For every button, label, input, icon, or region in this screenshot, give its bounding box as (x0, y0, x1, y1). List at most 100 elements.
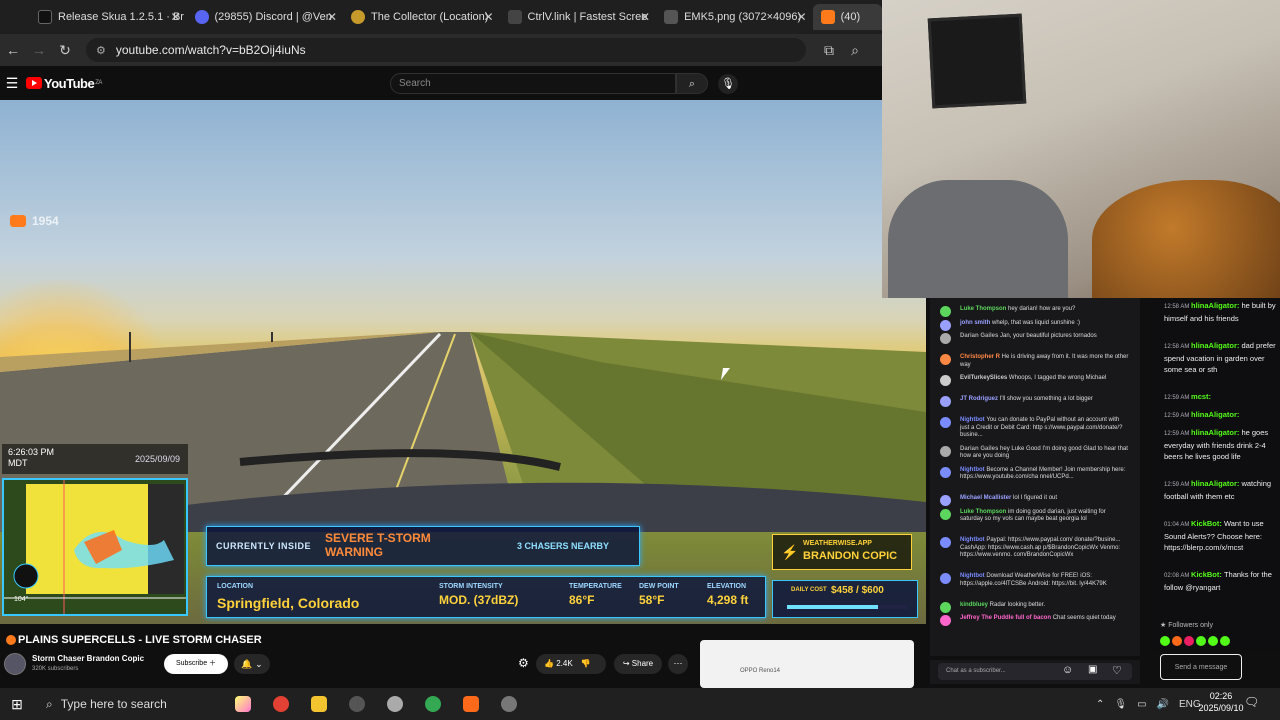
chat-author[interactable]: KickBot: (1191, 570, 1224, 579)
youtube-live-chat[interactable]: Luke Thompson hey darian! how are you? jo… (930, 298, 1140, 656)
network-icon[interactable]: ▭ (1137, 699, 1146, 710)
close-icon[interactable]: ✕ (640, 10, 650, 24)
super-chat-icon[interactable]: ▣ (1088, 664, 1097, 675)
chat-author[interactable]: EvilTurkeySlices (960, 375, 1009, 381)
chat-input[interactable]: Chat as a subscriber... (938, 663, 1132, 680)
chat-author[interactable]: hlinaAligator: (1191, 301, 1241, 310)
emote-icon[interactable] (1196, 636, 1206, 646)
user-avatar[interactable] (940, 375, 951, 386)
tab-emk5[interactable]: EMK5.png (3072×4096) ✕ (656, 4, 813, 30)
emote-icon[interactable] (1208, 636, 1218, 646)
chat-author[interactable]: hlinaAligator: (1191, 428, 1241, 437)
share-button[interactable]: ↪ Share (614, 654, 662, 674)
emoji-icon[interactable]: ☺ (1062, 664, 1073, 676)
user-avatar[interactable] (940, 601, 951, 613)
chat-author[interactable]: Nightbot (960, 537, 986, 543)
taskbar-clock[interactable]: 02:26 2025/09/10 (1196, 690, 1246, 714)
taskbar-app-4[interactable] (490, 688, 528, 720)
notification-bell-button[interactable]: 🔔 ⌄ (234, 654, 270, 674)
chat-author[interactable]: JT Rodriguez (960, 396, 1000, 402)
emote-icon[interactable] (1220, 636, 1230, 646)
chat-author[interactable]: Nightbot (960, 573, 986, 579)
emote-icon[interactable] (1172, 636, 1182, 646)
user-avatar[interactable] (940, 508, 951, 520)
youtube-logo[interactable]: YouTube ZA (26, 76, 102, 91)
chat-author[interactable]: KickBot: (1191, 519, 1224, 528)
taskbar-app-2[interactable] (376, 688, 414, 720)
user-avatar[interactable] (940, 319, 951, 331)
taskbar-app-copilot[interactable] (224, 688, 262, 720)
video-player[interactable]: 1954 6:26:03 PM MDT 2025/09/09 104° CURR… (0, 100, 926, 624)
tab-collector[interactable]: The Collector (Location) ✕ (343, 4, 500, 30)
chat-author[interactable]: Christopher R (960, 354, 1002, 360)
close-icon[interactable]: ✕ (170, 10, 180, 24)
chat-author[interactable]: mcst: (1191, 392, 1211, 401)
chat-author[interactable]: Michael Mcallister (960, 495, 1013, 501)
send-message-input[interactable]: Send a message (1160, 654, 1242, 680)
site-info-icon[interactable]: ⚙ (96, 44, 106, 57)
zoom-icon[interactable]: ⌕ (842, 42, 868, 59)
user-avatar[interactable] (940, 466, 951, 478)
ad-banner[interactable]: OPPO Reno14 (700, 640, 914, 688)
close-icon[interactable]: ✕ (327, 10, 337, 24)
chat-author[interactable]: hlinaAligator: (1191, 410, 1239, 419)
chat-author[interactable]: Nightbot (960, 467, 986, 473)
reload-icon[interactable]: ↻ (52, 42, 78, 59)
user-avatar[interactable] (940, 537, 951, 548)
taskbar-search[interactable]: ⌕ Type here to search (34, 688, 224, 720)
like-button[interactable]: 👍 2.4K 👎 (536, 654, 606, 674)
taskbar-app-chrome[interactable] (262, 688, 300, 720)
search-button[interactable]: ⌕ (676, 73, 708, 94)
chat-author[interactable]: kindbluey (960, 602, 990, 608)
emote-bar[interactable] (1160, 636, 1230, 646)
subscribe-button[interactable]: Subscribe ＋ (164, 654, 228, 674)
tab-ctrlv[interactable]: CtrlV.link | Fastest Scree ✕ (500, 4, 657, 30)
taskbar-app-1[interactable] (338, 688, 376, 720)
forward-icon[interactable]: → (26, 42, 52, 58)
search-input[interactable]: Search (390, 73, 676, 94)
user-avatar[interactable] (940, 445, 951, 457)
chat-author[interactable]: hlinaAligator: (1191, 479, 1241, 488)
taskbar-app-chrome-2[interactable] (414, 688, 452, 720)
tab-youtube[interactable]: (40) (812, 4, 883, 30)
tab-skua[interactable]: Release Skua 1.2.5.1 · Br ✕ (30, 4, 187, 30)
more-actions-button[interactable]: ⋯ (668, 654, 688, 674)
user-avatar[interactable] (940, 573, 951, 584)
chat-author[interactable]: Luke Thompson (960, 306, 1008, 312)
windows-start-icon[interactable]: ⊞ (0, 696, 34, 713)
hamburger-menu-icon[interactable]: ☰ (0, 75, 26, 92)
user-avatar[interactable] (940, 615, 951, 626)
chat-author[interactable]: Nightbot (960, 417, 986, 423)
close-icon[interactable]: ✕ (797, 10, 807, 24)
chat-author[interactable]: Darian Gailes (960, 333, 1000, 339)
emote-icon[interactable] (1160, 636, 1170, 646)
kick-chat[interactable]: 12:58 AM hlinaAligator: he built by hims… (1150, 298, 1280, 650)
chat-author[interactable]: john smith (960, 320, 992, 326)
user-avatar[interactable] (940, 306, 951, 317)
taskbar-app-explorer[interactable] (300, 688, 338, 720)
user-avatar[interactable] (940, 396, 951, 407)
user-avatar[interactable] (940, 333, 951, 344)
tab-discord[interactable]: (29855) Discord | @Ven ✕ (187, 4, 344, 30)
install-icon[interactable]: ⧉ (816, 42, 842, 59)
user-avatar[interactable] (940, 354, 951, 365)
emote-icon[interactable] (1184, 636, 1194, 646)
voice-search-button[interactable]: 🎙 (718, 74, 738, 94)
chat-author[interactable]: hlinaAligator: (1191, 341, 1241, 350)
url-field[interactable]: ⚙ youtube.com/watch?v=bB2Oij4iuNs (86, 38, 806, 62)
user-avatar[interactable] (940, 417, 951, 428)
chat-author[interactable]: Luke Thompson (960, 509, 1008, 515)
back-icon[interactable]: ← (0, 42, 26, 58)
user-avatar[interactable] (940, 495, 951, 506)
gear-icon[interactable]: ⚙ (518, 656, 529, 670)
chat-author[interactable]: Jeffrey The Puddle full of bacon (960, 615, 1053, 621)
channel-avatar[interactable] (4, 653, 26, 675)
taskbar-app-3[interactable] (452, 688, 490, 720)
notification-icon[interactable]: 🗨 (1244, 695, 1259, 709)
chevron-up-icon[interactable]: ⌃ (1096, 699, 1104, 710)
mic-icon[interactable]: 🎙 (1114, 699, 1127, 710)
speaker-icon[interactable]: 🔊 (1157, 699, 1169, 710)
heart-icon[interactable]: ♡ (1112, 664, 1122, 677)
channel-name[interactable]: Storm Chaser Brandon Copic (32, 654, 144, 663)
thumbs-down-icon[interactable]: 👎 (581, 659, 591, 668)
